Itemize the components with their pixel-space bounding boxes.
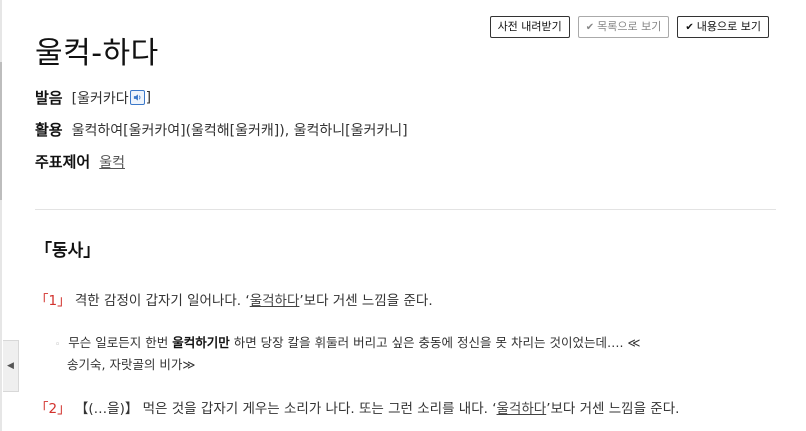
headword-title: 울컥-하다	[35, 36, 159, 71]
sidebar-collapse-button[interactable]: ◀	[3, 340, 19, 392]
sense-1: 「1」 격한 감정이 갑자기 일어나다. ‘울걱하다’보다 거센 느낌을 준다.	[35, 289, 433, 309]
inflection-label: 활용	[35, 121, 63, 139]
bullet-icon: ◦	[55, 340, 61, 350]
pronunciation-text: [울커카다	[71, 90, 129, 107]
download-dictionary-button[interactable]: 사전 내려받기	[489, 16, 570, 38]
inflection-row: 활용 울컥하여[울커카여](울컥해[울커캐]), 울컥하니[울커카니]	[35, 119, 408, 140]
view-toolbar: 사전 내려받기 ✔ 목록으로 보기 ✔ 내용으로 보기	[489, 16, 769, 38]
list-view-button[interactable]: ✔ 목록으로 보기	[577, 16, 670, 38]
main-entry-label: 주표제어	[35, 153, 91, 171]
cross-reference-link[interactable]: 울걱하다	[250, 293, 300, 309]
left-scroll-thumb[interactable]	[0, 62, 2, 200]
speaker-icon-glyph	[133, 94, 141, 101]
pronunciation-row: 발음 [울커카다 ]	[35, 87, 151, 108]
pronunciation-close: ]	[145, 89, 152, 106]
part-of-speech: 「동사」	[35, 241, 101, 261]
chevron-left-icon: ◀	[7, 361, 14, 371]
usage-example: ◦ 무슨 일로든지 한번 울컥하기만 하면 당장 칼을 휘둘러 버리고 싶은 충…	[55, 333, 695, 374]
sense-definition-tail: ’보다 거센 느낌을 준다.	[299, 293, 433, 309]
left-scroll-rail[interactable]	[0, 0, 2, 431]
sense-definition: 【(…을)】 먹은 것을 갑자기 게우는 소리가 나다. 또는 그런 소리를 내…	[74, 401, 497, 417]
content-view-label: 내용으로 보기	[696, 20, 761, 33]
main-entry-row: 주표제어 울컥	[35, 151, 125, 172]
speaker-icon[interactable]	[129, 90, 145, 105]
example-source: 송기숙, 자랏골의 비가≫	[67, 357, 196, 372]
example-text-tail: 하면 당장 칼을 휘둘러 버리고 싶은 충동에 정신을 못 차리는 것이었는데……	[229, 335, 641, 350]
pronunciation-label: 발음	[35, 89, 63, 107]
main-entry-link[interactable]: 울컥	[99, 152, 125, 172]
content-view-button[interactable]: ✔ 내용으로 보기	[677, 16, 769, 38]
example-text: 무슨 일로든지 한번	[68, 335, 173, 350]
list-view-label: 목록으로 보기	[597, 20, 662, 33]
sense-number: 「2」	[35, 401, 71, 417]
check-icon: ✔	[685, 22, 694, 33]
section-divider	[35, 209, 776, 210]
check-icon: ✔	[585, 22, 595, 33]
sense-number: 「1」	[35, 293, 71, 309]
inflection-text: 울컥하여[울커카여](울컥해[울커캐]), 울컥하니[울커카니]	[71, 122, 408, 139]
sense-2: 「2」 【(…을)】 먹은 것을 갑자기 게우는 소리가 나다. 또는 그런 소…	[35, 397, 679, 417]
sense-definition: 격한 감정이 갑자기 일어나다. ‘	[74, 293, 250, 309]
cross-reference-link[interactable]: 울걱하다	[497, 401, 547, 417]
example-highlight: 울컥하기만	[172, 335, 230, 350]
sense-definition-tail: ’보다 거센 느낌을 준다.	[546, 401, 680, 417]
